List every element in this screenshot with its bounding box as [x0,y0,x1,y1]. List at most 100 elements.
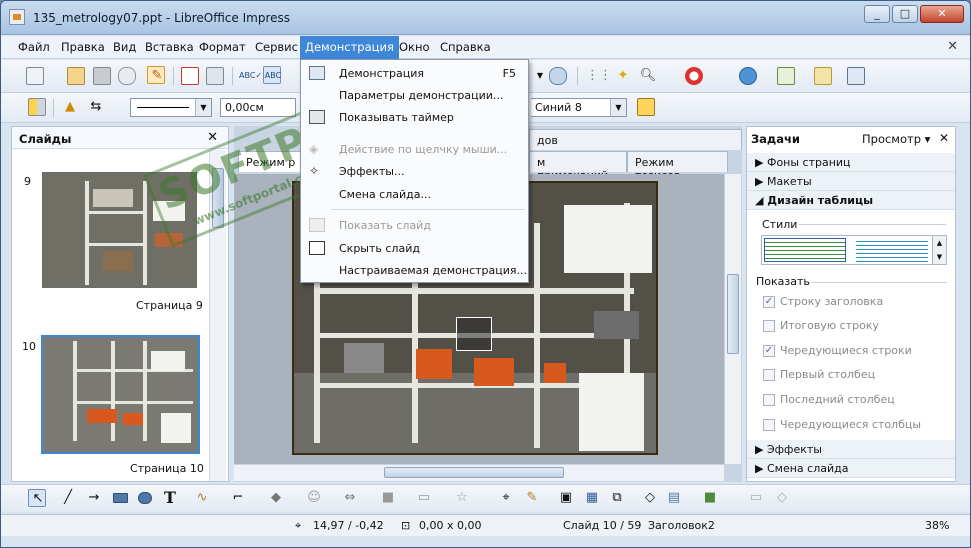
rectangle-icon[interactable] [113,493,128,503]
symbol-shapes-icon[interactable]: ☺ [305,489,323,507]
area-color-select[interactable]: Синий 8 ▼ [531,98,627,117]
header-row-checkbox[interactable]: ✓ [763,296,775,308]
export-pdf-icon[interactable] [181,67,199,85]
menuitem-rehearse-timings[interactable]: Показывать таймер [301,107,528,129]
grid-icon[interactable]: ⋮⋮ [586,67,612,85]
curve-icon[interactable]: ∿ [193,489,211,507]
extrusion-icon[interactable]: ▭ [747,489,765,507]
arrow-line-icon[interactable]: → [85,489,103,507]
line-width-field[interactable]: 0,00см [220,98,296,117]
menuitem-slideshow-settings[interactable]: Параметры демонстрации... [301,85,528,107]
menuitem-hide-slide[interactable]: Скрыть слайд [301,238,528,260]
menu-file[interactable]: Файл [18,40,50,54]
text-icon[interactable]: T [161,489,179,507]
spellcheck-icon[interactable]: ABC✓ [239,67,262,85]
connector-icon[interactable]: ⌐ [229,489,247,507]
line-ends-icon[interactable]: ⇆ [87,98,105,116]
total-row-checkbox[interactable] [763,320,775,332]
maximize-button[interactable]: □ [892,5,918,23]
menu-edit[interactable]: Правка [61,40,105,54]
block-arrows-icon[interactable]: ⇔ [341,489,359,507]
email-icon[interactable] [118,67,136,85]
chevron-down-icon[interactable]: ▼ [531,67,549,85]
menu-help[interactable]: Справка [440,40,491,54]
tab-slide-sorter[interactable]: дов [529,129,742,150]
section-layouts[interactable]: ▶ Макеты [747,172,955,191]
close-button[interactable]: ✕ [920,5,964,23]
menuitem-custom-slideshow[interactable]: Настраиваемая демонстрация... [301,260,528,282]
insert-object-icon[interactable] [456,317,492,351]
new-document-icon[interactable] [26,67,44,85]
edit-file-icon[interactable]: ✎ [147,66,165,84]
close-panel-icon[interactable]: ✕ [207,130,218,145]
arrow-style-icon[interactable]: ▲ [61,98,79,116]
minimize-button[interactable]: _ [864,5,890,23]
slide-layout-icon[interactable] [777,67,795,85]
vertical-scroll-thumb[interactable] [727,274,739,354]
slide-thumb-9[interactable] [42,172,197,288]
menu-format[interactable]: Формат [199,40,246,54]
section-slide-transition[interactable]: ▶ Смена слайда [747,459,955,478]
section-master-pages[interactable]: ▶ Фоны страниц [747,153,955,172]
flowchart-icon[interactable]: ■ [379,489,397,507]
print-icon[interactable] [206,67,224,85]
line-icon[interactable]: ╱ [59,489,77,507]
navigator-icon[interactable] [549,67,567,85]
menu-tools[interactable]: Сервис [255,40,298,54]
banded-rows-checkbox[interactable]: ✓ [763,345,775,357]
shadow-toggle-icon[interactable]: ◇ [773,489,791,507]
tab-handout[interactable]: Режим тезисов [627,151,728,182]
canvas-vertical-scrollbar[interactable] [724,174,741,464]
menu-window[interactable]: Окно [399,40,430,54]
basic-shapes-icon[interactable]: ◆ [267,489,285,507]
menu-slideshow[interactable]: Демонстрация [300,36,399,59]
last-column-checkbox[interactable] [763,394,775,406]
menu-view[interactable]: Вид [113,40,136,54]
banded-columns-checkbox[interactable] [763,419,775,431]
points-icon[interactable]: ⌖ [497,489,515,507]
menuitem-start-slideshow[interactable]: Демонстрация F5 [301,63,528,85]
alignment-icon[interactable]: ▤ [665,489,683,507]
slide-thumb-10[interactable] [41,335,200,454]
zoom-level[interactable]: 38% [925,519,949,532]
menuitem-custom-animation[interactable]: ✧ Эффекты... [301,161,528,183]
close-tasks-icon[interactable]: ✕ [939,131,949,145]
position-size-icon[interactable] [28,98,46,116]
tab-normal[interactable]: Режим р [238,151,305,172]
gallery-scroll[interactable]: ▲ ▼ [932,236,946,264]
gallery-icon[interactable]: ▦ [583,489,601,507]
zoom-icon[interactable]: 🔍︎ [639,67,657,85]
autospellcheck-icon[interactable]: ABC [263,66,281,84]
presentation-icon[interactable] [847,67,865,85]
section-table-design[interactable]: ◢ Дизайн таблицы [747,191,955,210]
table-styles-gallery[interactable]: ▲ ▼ [761,235,947,265]
fontwork-icon[interactable]: ⧉ [608,489,626,507]
image-icon[interactable]: ▣ [557,489,575,507]
line-style-select[interactable]: ▼ [130,98,212,117]
tab-notes[interactable]: м примечаний [529,151,627,182]
globe-icon[interactable] [739,67,757,85]
menuitem-slide-transition[interactable]: Смена слайда... [301,184,528,206]
ellipse-icon[interactable] [138,492,152,504]
rotate-icon[interactable]: ◇ [641,489,659,507]
slides-scrollbar[interactable] [209,150,226,481]
select-icon[interactable]: ↖ [28,489,46,507]
first-column-checkbox[interactable] [763,369,775,381]
glue-points-icon[interactable]: ✎ [523,489,541,507]
stars-icon[interactable]: ☆ [453,489,471,507]
help-icon[interactable] [685,67,703,85]
table-style-2[interactable] [856,238,928,262]
arrange-icon[interactable]: ■ [701,489,719,507]
tasks-view-menu[interactable]: Просмотр ▾ [862,132,930,146]
open-icon[interactable] [67,67,85,85]
menu-insert[interactable]: Вставка [145,40,194,54]
close-document-icon[interactable]: ✕ [947,39,958,54]
canvas-horizontal-scrollbar[interactable] [234,464,724,481]
slides-scroll-thumb[interactable] [212,168,224,228]
star-icon[interactable]: ✦ [614,67,632,85]
section-effects[interactable]: ▶ Эффекты [747,440,955,459]
save-icon[interactable] [93,67,111,85]
horizontal-scroll-thumb[interactable] [384,467,564,478]
table-style-1[interactable] [764,238,846,262]
callouts-icon[interactable]: ▭ [415,489,433,507]
